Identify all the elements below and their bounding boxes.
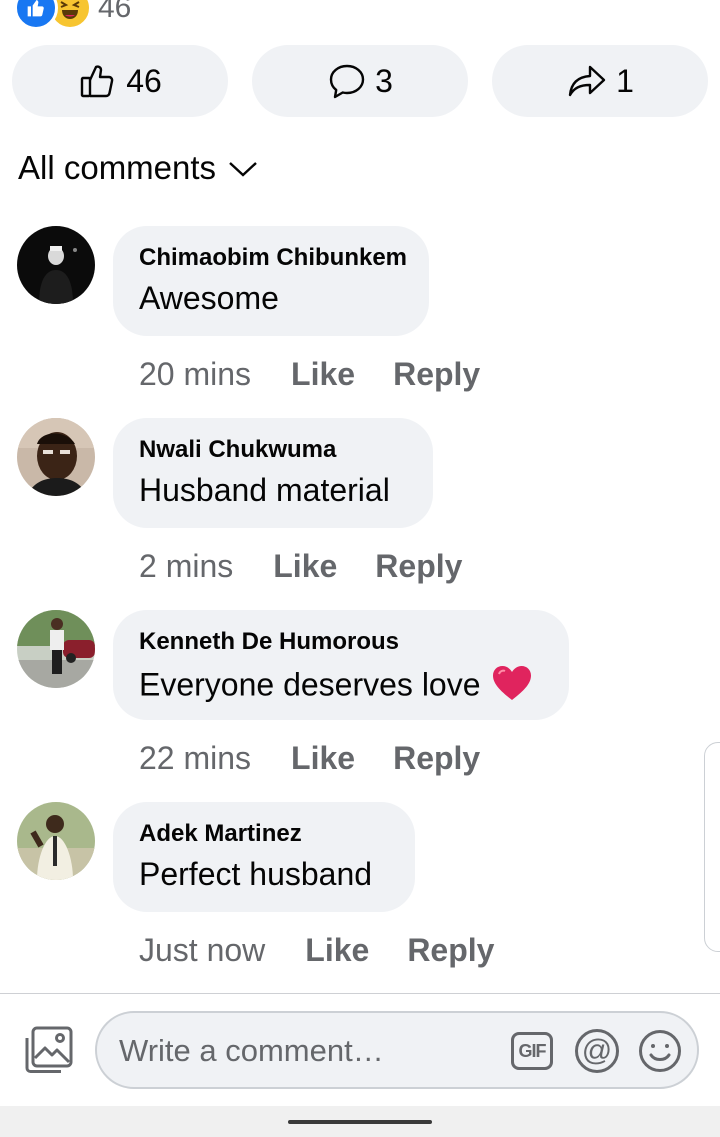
comment-meta: 2 mins Like Reply [139,546,500,586]
avatar[interactable] [17,802,95,880]
commenter-name[interactable]: Nwali Chukwuma [139,436,336,464]
comment-item: Chimaobim Chibunkem Awesome 20 mins Like… [0,226,720,416]
reaction-summary[interactable]: 46 [14,0,131,30]
comment-time[interactable]: 2 mins [139,548,233,585]
comment-filter-label: All comments [18,149,217,186]
scrollbar-handle[interactable] [704,742,720,952]
gif-button[interactable]: GIF [511,1032,553,1070]
comment-text: Everyone deserves love [139,664,533,710]
comment-count: 3 [375,62,393,99]
comment-time[interactable]: 20 mins [139,356,251,393]
comment-meta: Just now Like Reply [139,930,532,970]
emoji-button[interactable] [638,1029,682,1078]
share-button[interactable]: 1 [492,45,708,117]
comment-reply-link[interactable]: Reply [375,548,462,585]
comment-text-content: Everyone deserves love [139,666,481,703]
comment-meta: 20 mins Like Reply [139,354,518,394]
comment-bubble[interactable]: Nwali Chukwuma Husband material [113,418,433,528]
commenter-name[interactable]: Adek Martinez [139,820,302,848]
divider [0,993,720,994]
comment-like-link[interactable]: Like [291,356,355,393]
avatar[interactable] [17,610,95,688]
comment-reply-link[interactable]: Reply [393,740,480,777]
comment-item: Adek Martinez Perfect husband Just now L… [0,802,720,992]
comment-composer[interactable]: GIF @ [95,1011,699,1089]
comment-item: Kenneth De Humorous Everyone deserves lo… [0,610,720,800]
commenter-name[interactable]: Kenneth De Humorous [139,628,399,656]
comment-bubble[interactable]: Kenneth De Humorous Everyone deserves lo… [113,610,569,720]
chevron-down-icon [216,149,258,187]
comment-input[interactable] [117,1027,501,1075]
share-icon [566,61,608,101]
comment-filter-dropdown[interactable]: All comments [18,146,258,190]
comment-reply-link[interactable]: Reply [393,356,480,393]
mention-button[interactable]: @ [575,1029,619,1073]
comment-bubble[interactable]: Chimaobim Chibunkem Awesome [113,226,429,336]
comment-icon [327,61,367,101]
thumbs-up-icon [78,61,118,101]
comment-meta: 22 mins Like Reply [139,738,518,778]
comment-like-link[interactable]: Like [273,548,337,585]
comment-item: Nwali Chukwuma Husband material 2 mins L… [0,418,720,608]
comment-bubble[interactable]: Adek Martinez Perfect husband [113,802,415,912]
comment-like-link[interactable]: Like [305,932,369,969]
share-count: 1 [616,62,634,99]
comment-reply-link[interactable]: Reply [407,932,494,969]
red-heart-icon [491,664,533,710]
like-reaction-icon [14,0,58,30]
photo-attach-button[interactable] [21,1024,75,1081]
image-icon [21,1026,75,1080]
comment-time[interactable]: 22 mins [139,740,251,777]
comment-text: Awesome [139,280,279,316]
avatar[interactable] [17,418,95,496]
comment-button[interactable]: 3 [252,45,468,117]
reaction-count[interactable]: 46 [98,0,131,25]
like-button[interactable]: 46 [12,45,228,117]
comment-like-link[interactable]: Like [291,740,355,777]
system-navigation-bar [0,1106,720,1137]
like-count: 46 [126,62,162,99]
home-indicator[interactable] [288,1120,432,1124]
smiley-icon [638,1030,682,1077]
comment-text: Perfect husband [139,856,373,892]
commenter-name[interactable]: Chimaobim Chibunkem [139,244,407,272]
comment-time[interactable]: Just now [139,932,265,969]
comment-text: Husband material [139,472,390,508]
avatar[interactable] [17,226,95,304]
